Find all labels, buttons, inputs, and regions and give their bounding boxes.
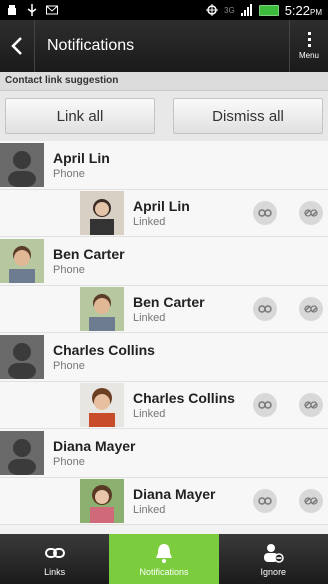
mail-icon	[46, 4, 58, 16]
link-icon	[258, 305, 272, 313]
contact-photo	[80, 479, 124, 523]
contact-name: Charles Collins	[53, 342, 155, 358]
gps-icon	[206, 4, 219, 16]
tab-label: Links	[44, 566, 66, 577]
linked-name: April Lin	[133, 198, 190, 214]
menu-button[interactable]: Menu	[289, 20, 328, 72]
linked-row[interactable]: Diana Mayer Linked	[0, 478, 328, 525]
contact-name: Ben Carter	[53, 246, 125, 262]
linked-row[interactable]: Ben Carter Linked	[0, 286, 328, 333]
linked-status: Linked	[133, 504, 166, 516]
contact-source: Phone	[53, 360, 85, 372]
tab-label: Ignore	[260, 566, 287, 577]
linked-status: Linked	[133, 216, 166, 228]
suggestion-list: April Lin Phone April Lin Linked Ben Car…	[0, 141, 328, 534]
contact-name: April Lin	[53, 150, 110, 166]
contact-photo	[80, 287, 124, 331]
tab-notifications[interactable]: Notifications	[109, 534, 219, 584]
back-button[interactable]	[0, 20, 35, 72]
linked-name: Diana Mayer	[133, 486, 216, 502]
contact-photo	[80, 383, 124, 427]
contact-source: Phone	[53, 168, 85, 180]
signal-icon	[240, 4, 253, 16]
tab-label: Notifications	[139, 566, 189, 577]
link-icon	[258, 401, 272, 409]
contact-photo	[80, 191, 124, 235]
dismiss-all-button[interactable]: Dismiss all	[173, 98, 323, 134]
contact-row[interactable]: Diana Mayer Phone	[0, 429, 328, 478]
contact-row[interactable]: Charles Collins Phone	[0, 333, 328, 382]
default-avatar-icon	[0, 335, 44, 379]
android-debug-icon	[6, 4, 18, 16]
contact-source: Phone	[53, 456, 85, 468]
unlink-button[interactable]	[299, 297, 323, 321]
overflow-menu-icon	[307, 32, 311, 47]
link-button[interactable]	[253, 201, 277, 225]
unlink-icon	[304, 401, 318, 409]
contact-source: Phone	[53, 264, 85, 276]
link-icon	[44, 547, 65, 558]
link-icon	[258, 209, 272, 217]
usb-icon	[26, 4, 38, 16]
unlink-icon	[304, 305, 318, 313]
contact-row[interactable]: April Lin Phone	[0, 141, 328, 190]
unlink-icon	[304, 497, 318, 505]
default-avatar-icon	[0, 431, 44, 475]
clock: 5:22PM	[284, 2, 322, 18]
tab-links[interactable]: Links	[0, 534, 109, 584]
linked-row[interactable]: Charles Collins Linked	[0, 382, 328, 429]
page-title: Notifications	[47, 37, 135, 54]
battery-icon	[258, 4, 279, 16]
contact-photo	[0, 239, 44, 283]
link-icon	[258, 497, 272, 505]
link-all-button[interactable]: Link all	[5, 98, 155, 134]
menu-label: Menu	[298, 51, 319, 60]
back-arrow-icon	[11, 37, 22, 55]
contact-row[interactable]: Ben Carter Phone	[0, 237, 328, 286]
ignore-contact-icon	[264, 543, 285, 563]
link-button[interactable]	[253, 393, 277, 417]
contact-name: Diana Mayer	[53, 438, 136, 454]
link-button[interactable]	[253, 297, 277, 321]
link-button[interactable]	[253, 489, 277, 513]
default-avatar-icon	[0, 143, 44, 187]
linked-name: Charles Collins	[133, 390, 235, 406]
linked-row[interactable]: April Lin Linked	[0, 190, 328, 237]
linked-status: Linked	[133, 408, 166, 420]
bulk-actions: Link all Dismiss all	[0, 91, 328, 142]
unlink-button[interactable]	[299, 201, 323, 225]
bottom-tab-bar: Links Notifications Ignore	[0, 534, 328, 584]
unlink-icon	[304, 209, 318, 217]
unlink-button[interactable]	[299, 393, 323, 417]
tab-ignore[interactable]: Ignore	[219, 534, 328, 584]
linked-status: Linked	[133, 312, 166, 324]
status-bar: 3G 5:22PM	[0, 0, 328, 20]
linked-name: Ben Carter	[133, 294, 205, 310]
network-type-label: 3G	[224, 5, 235, 15]
bell-icon	[155, 543, 172, 563]
unlink-button[interactable]	[299, 489, 323, 513]
action-bar: Notifications Menu	[0, 20, 328, 72]
section-header: Contact link suggestion	[0, 72, 328, 91]
